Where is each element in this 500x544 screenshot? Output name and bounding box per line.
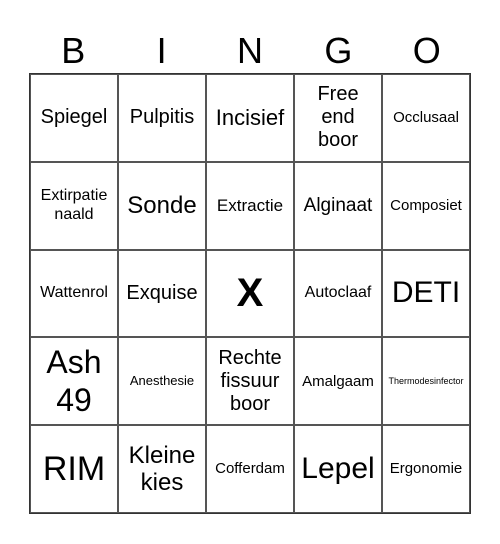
- bingo-cell[interactable]: Autoclaaf: [294, 249, 382, 338]
- bingo-cell[interactable]: Occlusaal: [382, 74, 470, 162]
- bingo-cell[interactable]: Rechte fissuur boor: [206, 337, 294, 426]
- cell-label: Occlusaal: [393, 109, 459, 127]
- bingo-cell[interactable]: Ergonomie: [382, 425, 470, 513]
- bingo-cell[interactable]: Alginaat: [294, 161, 382, 250]
- cell-label: Amalgaam: [302, 372, 374, 390]
- bingo-cell[interactable]: Free end boor: [294, 74, 382, 162]
- header-letter-b: B: [61, 30, 86, 71]
- cell-label: Alginaat: [303, 194, 373, 216]
- bingo-cell[interactable]: DETI: [382, 249, 470, 338]
- bingo-cell[interactable]: Lepel: [294, 425, 382, 513]
- cell-label: Sonde: [127, 191, 197, 219]
- cell-label: Exquise: [126, 281, 198, 304]
- free-space-cell[interactable]: X: [206, 249, 294, 338]
- header-letter-n: N: [236, 30, 263, 71]
- cell-label: Cofferdam: [215, 460, 285, 478]
- free-space-mark: X: [236, 271, 264, 316]
- bingo-cell[interactable]: Sonde: [118, 161, 206, 250]
- bingo-cell[interactable]: Kleine kies: [118, 425, 206, 513]
- cell-label: Autoclaaf: [304, 284, 372, 302]
- bingo-grid: Spiegel Pulpitis Incisief Free end boor …: [29, 73, 471, 514]
- header-letter-o: O: [412, 30, 441, 71]
- bingo-cell[interactable]: Spiegel: [30, 74, 118, 162]
- cell-label: Ergonomie: [389, 460, 463, 478]
- bingo-cell[interactable]: Extirpatie naald: [30, 161, 118, 250]
- cell-label: RIM: [42, 449, 106, 488]
- cell-label: Anesthesie: [129, 372, 195, 388]
- bingo-header: B I N G O: [29, 28, 471, 73]
- cell-label: Composiet: [390, 197, 462, 215]
- cell-label: Ash 49: [46, 343, 102, 419]
- bingo-cell[interactable]: Thermodesinfector: [382, 337, 470, 426]
- bingo-cell[interactable]: Amalgaam: [294, 337, 382, 426]
- cell-label: Lepel: [301, 451, 375, 485]
- cell-label: Wattenrol: [40, 284, 108, 302]
- bingo-cell[interactable]: Ash 49: [30, 337, 118, 426]
- bingo-cell[interactable]: Wattenrol: [30, 249, 118, 338]
- bingo-cell[interactable]: Composiet: [382, 161, 470, 250]
- cell-label: Kleine kies: [128, 441, 196, 497]
- cell-label: DETI: [391, 276, 461, 310]
- header-letter-g: G: [324, 30, 353, 71]
- bingo-cell[interactable]: Exquise: [118, 249, 206, 338]
- cell-label: Pulpitis: [129, 106, 195, 129]
- bingo-cell[interactable]: Extractie: [206, 161, 294, 250]
- cell-label: Thermodesinfector: [388, 376, 464, 387]
- cell-label: Spiegel: [40, 106, 108, 129]
- cell-label: Rechte fissuur boor: [218, 346, 282, 415]
- cell-label: Extractie: [216, 195, 284, 215]
- bingo-cell[interactable]: Anesthesie: [118, 337, 206, 426]
- cell-label: Free end boor: [317, 83, 359, 152]
- cell-label: Incisief: [215, 105, 285, 131]
- bingo-cell[interactable]: Cofferdam: [206, 425, 294, 513]
- bingo-cell[interactable]: RIM: [30, 425, 118, 513]
- cell-label: Extirpatie naald: [40, 187, 108, 223]
- bingo-cell[interactable]: Incisief: [206, 74, 294, 162]
- header-letter-i: I: [156, 30, 167, 71]
- bingo-cell[interactable]: Pulpitis: [118, 74, 206, 162]
